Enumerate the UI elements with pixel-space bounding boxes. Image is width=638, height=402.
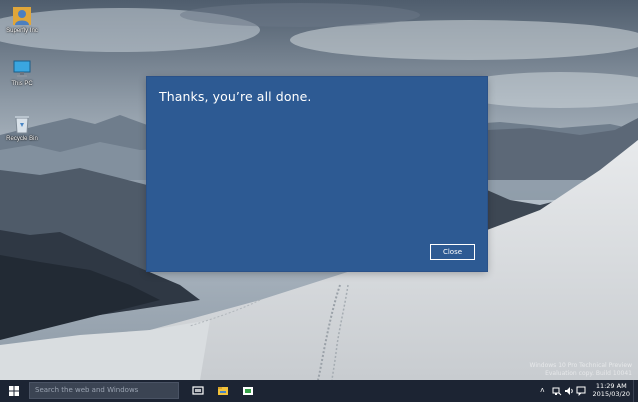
system-tray: ˄ 11:29 AM 2015/03/20 [538, 380, 638, 402]
start-button[interactable] [0, 380, 28, 402]
user-folder-icon [13, 7, 31, 25]
desktop-icon-this-pc[interactable]: This PC [2, 58, 42, 87]
task-view-icon [192, 386, 204, 395]
completion-dialog: Thanks, you’re all done. Close [147, 77, 487, 271]
taskbar: Search the web and Windows ˄ 11:29 AM 20… [0, 380, 638, 402]
clock-date: 2015/03/20 [592, 390, 630, 398]
desktop-screen: Superfly Inc This PC Recycle Bin Thanks,… [0, 0, 638, 402]
action-center-icon[interactable] [576, 386, 586, 396]
build-watermark: Windows 10 Pro Technical Preview Evaluat… [530, 362, 632, 378]
network-icon[interactable] [552, 386, 562, 396]
desktop-icon-label: This PC [11, 81, 33, 87]
desktop-icon-recycle-bin[interactable]: Recycle Bin [2, 113, 42, 142]
desktop-icon-label: Recycle Bin [6, 136, 38, 142]
windows-logo-icon [9, 386, 19, 396]
watermark-line1: Windows 10 Pro Technical Preview [529, 362, 632, 369]
store-icon [243, 387, 253, 395]
taskbar-task-view[interactable] [187, 380, 209, 402]
clock-time: 11:29 AM [595, 382, 627, 390]
taskbar-file-explorer[interactable] [212, 380, 234, 402]
clock[interactable]: 11:29 AM 2015/03/20 [593, 382, 630, 398]
show-desktop-button[interactable] [633, 380, 638, 402]
recycle-bin-icon [15, 116, 29, 134]
desktop-icon-user-folder[interactable]: Superfly Inc [2, 5, 42, 34]
show-hidden-icons-chevron-icon[interactable]: ˄ [540, 386, 545, 396]
desktop-icon-label: Superfly Inc [6, 28, 38, 34]
volume-icon[interactable] [564, 386, 574, 396]
file-explorer-icon [218, 387, 228, 395]
close-button[interactable]: Close [430, 244, 475, 260]
search-input[interactable]: Search the web and Windows [29, 382, 179, 399]
computer-icon [13, 60, 31, 77]
watermark-line2: Evaluation copy. Build 10041 [545, 370, 632, 377]
taskbar-store[interactable] [237, 380, 259, 402]
dialog-title: Thanks, you’re all done. [159, 89, 312, 104]
